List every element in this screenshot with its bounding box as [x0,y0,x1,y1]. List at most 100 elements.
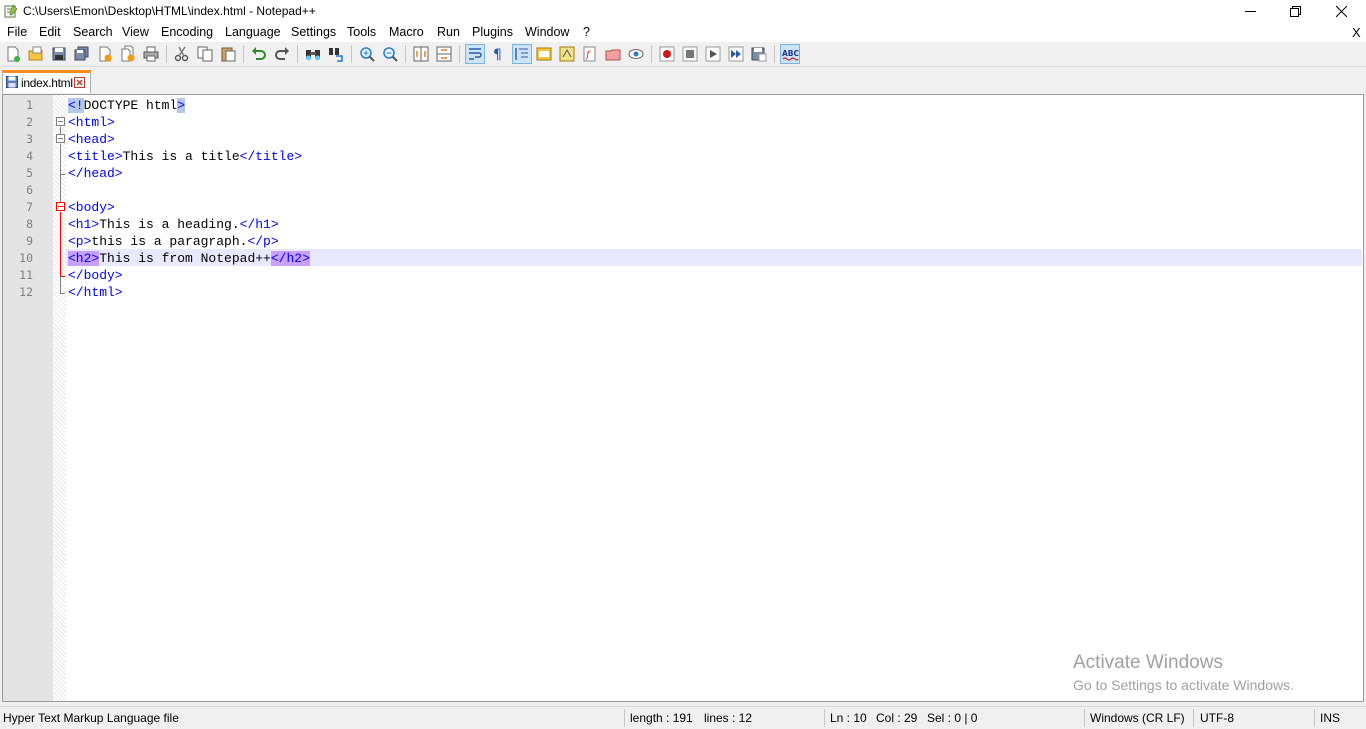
replace-icon[interactable] [327,45,345,63]
line-number: 9 [26,234,33,248]
code-token: <head> [68,132,115,147]
sync-vertical-icon[interactable] [412,45,430,63]
menu-edit[interactable]: Edit [39,25,61,39]
toolbar-separator [459,45,460,63]
close-window-button[interactable] [1318,0,1364,23]
find-icon[interactable] [304,45,322,63]
line-number: 3 [26,132,33,146]
close-icon [1335,6,1347,17]
paste-icon[interactable] [219,45,237,63]
zoom-in-icon[interactable] [358,45,376,63]
run-macro-multiple-icon[interactable] [727,45,745,63]
code-token: <p> [68,234,92,249]
record-macro-icon[interactable] [658,45,676,63]
menu-run[interactable]: Run [437,25,460,39]
menu-plugins[interactable]: Plugins [472,25,513,39]
save-icon[interactable] [50,45,68,63]
restore-icon [1289,6,1301,17]
status-encoding[interactable]: UTF-8 [1200,711,1234,725]
toolbar-separator [243,45,244,63]
word-wrap-icon[interactable] [465,44,485,64]
redo-icon[interactable] [273,45,291,63]
status-lines: lines : 12 [704,711,753,725]
code-line: <title>This is a title</title> [68,148,302,165]
fold-toggle-html[interactable] [56,117,65,126]
status-separator [824,709,825,727]
status-separator [624,709,625,727]
code-token: <html> [68,115,115,130]
open-file-icon[interactable] [27,45,45,63]
menu-settings[interactable]: Settings [291,25,336,39]
spell-check-icon[interactable]: ABC [780,44,800,64]
status-selection: Sel : 0 | 0 [927,711,978,725]
doc-map-icon[interactable] [558,45,576,63]
menu-view[interactable]: View [122,25,149,39]
play-macro-icon[interactable] [704,45,722,63]
minimize-button[interactable] [1227,0,1273,23]
function-list-icon[interactable]: f [581,45,599,63]
line-number: 7 [26,200,33,214]
save-all-icon[interactable] [73,45,91,63]
show-all-chars-icon[interactable]: ¶ [489,45,507,63]
menu-encoding[interactable]: Encoding [161,25,213,39]
fold-toggle-head[interactable] [56,134,65,143]
code-token: </html> [68,285,123,300]
menu-macro[interactable]: Macro [389,25,424,39]
close-all-icon[interactable] [119,45,137,63]
menu-file[interactable]: File [7,25,27,39]
line-number: 8 [26,217,33,231]
code-line: <html> [68,114,115,131]
zoom-out-icon[interactable] [381,45,399,63]
menu-window[interactable]: Window [525,25,569,39]
new-file-icon[interactable] [4,45,22,63]
line-number: 10 [19,251,33,265]
status-insert-mode[interactable]: INS [1320,711,1340,725]
code-token: This is a title [122,149,240,164]
status-eol-format[interactable]: Windows (CR LF) [1090,711,1185,725]
user-language-icon[interactable] [535,45,553,63]
code-token: > [177,98,186,113]
close-file-icon[interactable] [96,45,114,63]
notepadpp-app-icon [4,4,18,18]
status-separator [1084,709,1085,727]
monitoring-icon[interactable] [627,45,645,63]
folder-workspace-icon[interactable] [604,45,622,63]
stop-macro-icon[interactable] [681,45,699,63]
print-icon[interactable] [142,45,160,63]
status-bar: Hyper Text Markup Language file length :… [0,706,1366,729]
toolbar-separator [774,45,775,63]
tab-close-icon[interactable] [74,77,85,88]
code-token: </p> [247,234,279,249]
menu-tools[interactable]: Tools [347,25,376,39]
sync-horizontal-icon[interactable] [435,45,453,63]
code-token: h2> [286,251,310,266]
tab-index-html[interactable]: index.html [2,70,91,93]
status-file-type: Hyper Text Markup Language file [3,711,179,725]
line-number-gutter: 1 2 3 4 5 6 7 8 9 10 11 12 [3,95,53,701]
menu-language[interactable]: Language [225,25,281,39]
activation-watermark-title: Activate Windows [1073,652,1223,673]
code-line: <body> [68,199,115,216]
close-document-button[interactable]: X [1352,25,1361,40]
restore-button[interactable] [1272,0,1318,23]
fold-toggle-body[interactable] [56,202,65,211]
tab-bar: index.html [0,68,1366,93]
cut-icon[interactable] [173,45,191,63]
code-line: <!DOCTYPE html> [68,97,186,114]
code-token: This is a heading. [99,217,240,232]
copy-icon[interactable] [196,45,214,63]
menu-search[interactable]: Search [73,25,113,39]
undo-icon[interactable] [250,45,268,63]
window-title: C:\Users\Emon\Desktop\HTML\index.html - … [23,4,316,18]
line-number: 4 [26,149,33,163]
menu-help[interactable]: ? [583,25,590,39]
fold-line [60,276,61,293]
minimize-icon [1244,11,1256,12]
save-macro-icon[interactable] [750,45,768,63]
status-separator [1314,709,1315,727]
code-line: <h1>This is a heading.</h1> [68,216,279,233]
code-token: <! [68,98,84,113]
editor-pane[interactable]: 1 2 3 4 5 6 7 8 9 10 11 12 <!DOCTYPE htm… [2,94,1364,702]
indent-guide-icon[interactable] [512,44,532,64]
code-token: <body> [68,200,115,215]
